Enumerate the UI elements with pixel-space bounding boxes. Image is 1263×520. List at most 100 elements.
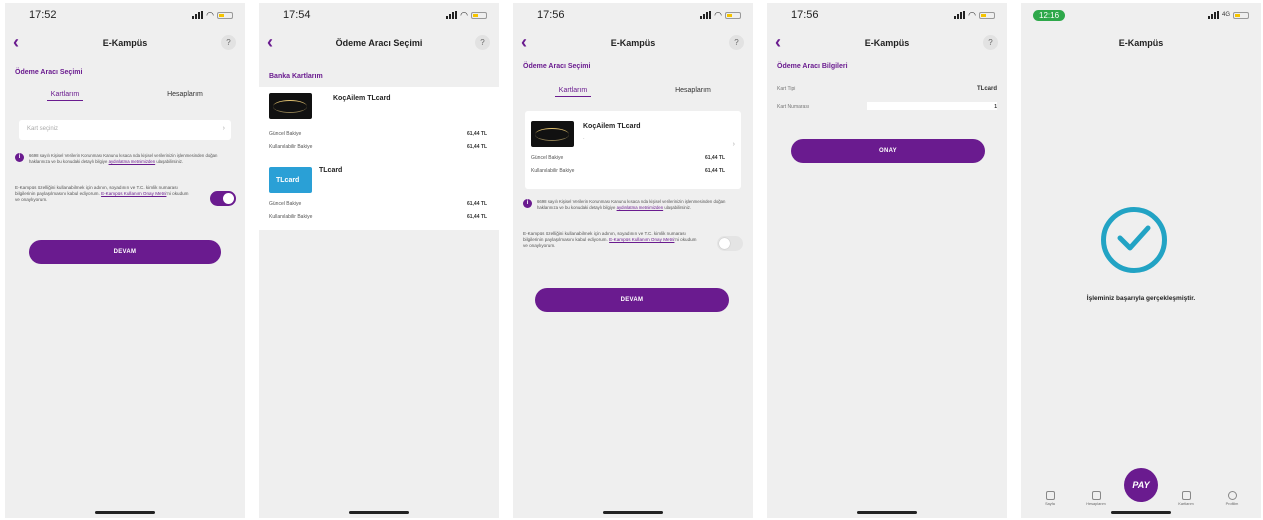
back-icon[interactable]: ‹ <box>521 33 527 51</box>
status-bar: 17:54 ◠ <box>259 3 499 27</box>
card-select-input[interactable]: Kart seçiniz › <box>19 120 231 140</box>
usable-balance-row: Kullanılabilir Bakiye 61,44 TL <box>269 214 487 220</box>
balance-row: Güncel Bakiye 61,44 TL <box>269 201 487 207</box>
back-icon[interactable]: ‹ <box>13 33 19 51</box>
screen-success: 12:16 4G E-Kampüs İşleminiz başarıyla ge… <box>1021 3 1261 518</box>
status-bar: 17:52 ◠ <box>5 3 245 27</box>
tab-accounts-label: Hesaplarım <box>1086 502 1106 506</box>
continue-button[interactable]: DEVAM <box>535 288 729 312</box>
wifi-icon: ◠ <box>714 9 722 20</box>
tab-cards[interactable]: Kartlarım <box>1168 491 1204 506</box>
info-icon: i <box>15 153 24 162</box>
help-button[interactable]: ? <box>729 35 744 50</box>
card-type-row: Kart Tipi TLcard <box>777 86 997 92</box>
privacy-link[interactable]: aydınlatma metnimizden <box>109 159 156 164</box>
card-list: KoçAilem TLcard Güncel Bakiye 61,44 TL Ku… <box>259 87 499 230</box>
kvkk-text: 6698 sayılı Kişisel Verilerin Korunması … <box>537 199 726 210</box>
nav-bar: E-Kampüs <box>1021 31 1261 55</box>
screen-payment-info: 17:56 ◠ ‹ E-Kampüs ? Ödeme Aracı Bilgile… <box>767 3 1007 518</box>
status-bar: 17:56 ◠ <box>513 3 753 27</box>
help-button[interactable]: ? <box>983 35 998 50</box>
card-image-label: TLcard <box>276 177 300 184</box>
privacy-link[interactable]: aydınlatma metnimizden <box>617 205 664 210</box>
selected-card[interactable]: KoçAilem TLcard - › Güncel Bakiye 61,44 T… <box>525 111 741 189</box>
tab-home-label: Sayfa <box>1045 502 1055 506</box>
status-bar: 12:16 4G <box>1021 3 1261 27</box>
card-image-tlcard: TLcard <box>269 167 312 193</box>
screen-card-selected: 17:56 ◠ ‹ E-Kampüs ? Ödeme Aracı Seçimi … <box>513 3 753 518</box>
tab-cards[interactable]: Kartlarım <box>513 87 633 97</box>
section-title: Banka Kartlarım <box>269 73 323 80</box>
card-subtext: - <box>583 135 585 140</box>
tab-profile[interactable]: Profilim <box>1214 491 1250 506</box>
help-button[interactable]: ? <box>475 35 490 50</box>
tab-cards-label: Kartlarım <box>46 91 84 101</box>
back-icon[interactable]: ‹ <box>775 33 781 51</box>
success-message: İşleminiz başarıyla gerçekleşmiştir. <box>1086 295 1196 302</box>
wifi-icon: ◠ <box>968 9 976 20</box>
signal-icon <box>700 11 712 19</box>
status-bar: 17:56 ◠ <box>767 3 1007 27</box>
nav-bar: ‹ E-Kampüs ? <box>767 31 1007 55</box>
consent-toggle[interactable] <box>717 236 743 251</box>
signal-icon <box>446 11 458 19</box>
tab-cards-label: Kartlarım <box>1178 502 1194 506</box>
status-icons: ◠ <box>954 10 995 21</box>
card-number-field <box>867 102 997 110</box>
home-icon <box>1045 491 1055 500</box>
checkmark-icon <box>1117 225 1151 251</box>
page-title: E-Kampüs <box>610 38 656 48</box>
consent-text: E-Kampüs özelliğini kullanabilmek için a… <box>523 231 697 248</box>
info-icon: i <box>523 199 532 208</box>
tab-cards[interactable]: Kartlarım <box>5 91 125 101</box>
status-icons: ◠ <box>446 10 487 21</box>
home-indicator <box>603 511 663 514</box>
battery-icon <box>979 11 995 19</box>
status-time: 17:56 <box>537 9 565 21</box>
help-button[interactable]: ? <box>221 35 236 50</box>
signal-icon <box>192 11 204 19</box>
back-icon[interactable]: ‹ <box>267 33 273 51</box>
card-number-label: Kart Numarası <box>777 104 810 110</box>
screen-payment-method-cards: 17:52 ◠ ‹ E-Kampüs ? Ödeme Aracı Seçimi … <box>5 3 245 518</box>
kvkk-info: i 6698 sayılı Kişisel Verilerin Korunmas… <box>15 153 235 164</box>
profile-icon <box>1227 491 1237 500</box>
tab-accounts[interactable]: Hesaplarım <box>125 91 245 100</box>
card-name[interactable]: TLcard <box>319 167 342 174</box>
kvkk-info: i 6698 sayılı Kişisel Verilerin Korunmas… <box>523 199 743 210</box>
consent-toggle[interactable] <box>210 191 236 206</box>
tab-profile-label: Profilim <box>1225 502 1239 506</box>
card-image-kocailem <box>269 93 312 119</box>
tab-accounts-label: Hesaplarım <box>675 87 711 94</box>
tab-accounts[interactable]: Hesaplarım <box>633 87 753 96</box>
tab-home[interactable]: Sayfa <box>1032 491 1068 506</box>
cards-icon <box>1181 491 1191 500</box>
signal-icon <box>954 11 966 19</box>
battery-icon <box>725 11 741 19</box>
chevron-right-icon: › <box>732 141 735 148</box>
card-number-value: 1 <box>994 104 997 110</box>
card-select-placeholder: Kart seçiniz <box>27 126 59 132</box>
consent-link[interactable]: E-Kampüs Kullanım Onay Metni <box>609 237 674 242</box>
home-indicator <box>349 511 409 514</box>
card-name[interactable]: KoçAilem TLcard <box>333 95 391 102</box>
battery-icon <box>217 11 233 19</box>
card-type-label: Kart Tipi <box>777 86 796 92</box>
tab-accounts-label: Hesaplarım <box>167 91 203 98</box>
status-icons: ◠ <box>700 10 741 21</box>
consent-link[interactable]: E-Kampüs Kullanım Onay Metni <box>101 191 166 196</box>
page-title: E-Kampüs <box>864 38 910 48</box>
home-indicator <box>857 511 917 514</box>
usable-balance-row: Kullanılabilir Bakiye 61,44 TL <box>269 144 487 150</box>
signal-icon <box>1207 11 1219 19</box>
battery-icon <box>1233 11 1249 19</box>
confirm-button[interactable]: ONAY <box>791 139 985 163</box>
continue-button[interactable]: DEVAM <box>29 240 221 264</box>
tab-bar: Kartlarım Hesaplarım <box>513 87 753 97</box>
card-type-value: TLcard <box>976 86 997 92</box>
pay-button[interactable]: PAY <box>1124 468 1158 502</box>
wifi-icon: ◠ <box>460 9 468 20</box>
network-type: 4G <box>1221 12 1230 18</box>
card-image-kocailem <box>531 121 574 147</box>
tab-accounts[interactable]: Hesaplarım <box>1078 491 1114 506</box>
